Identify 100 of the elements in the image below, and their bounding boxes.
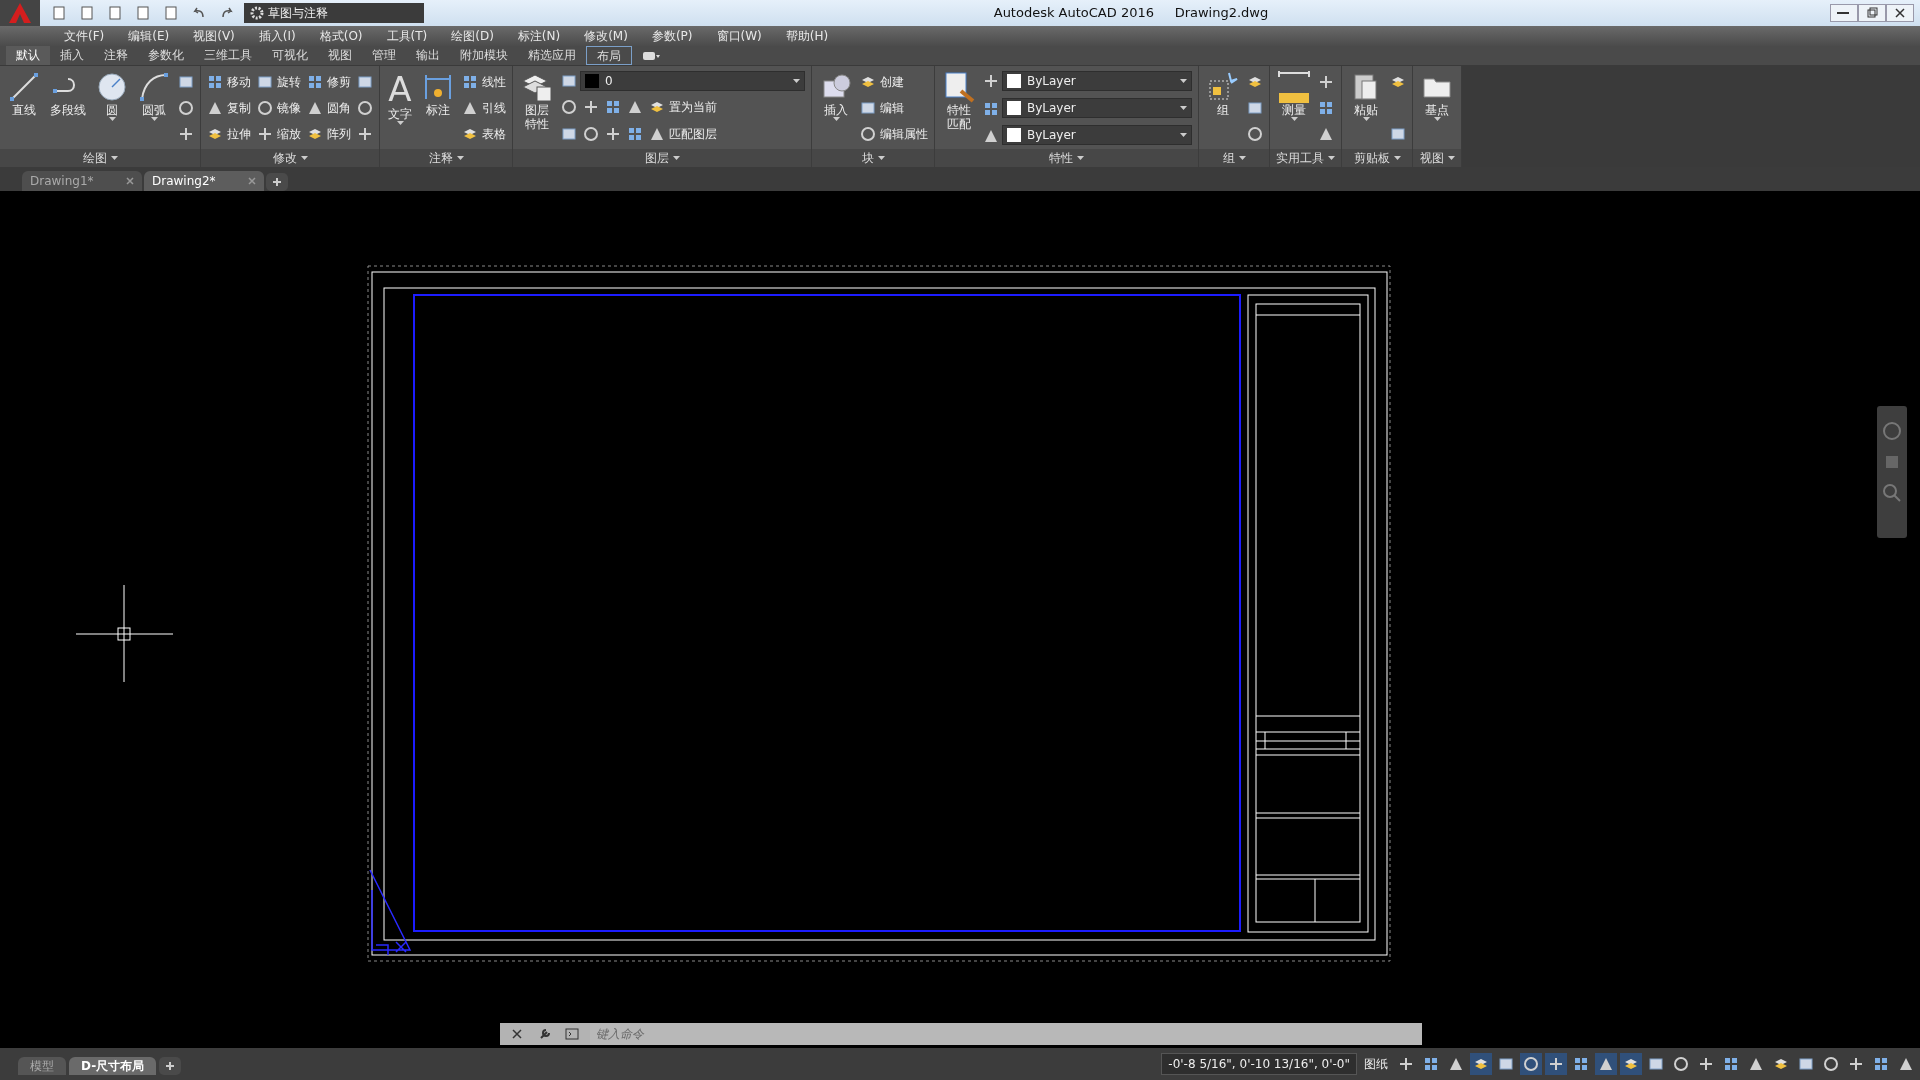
- triangle-icon: [1748, 1056, 1764, 1073]
- ribbon-tool-button[interactable]: 多段线: [48, 68, 88, 150]
- ribbon-tool-button[interactable]: 圆弧: [136, 68, 172, 150]
- new-layout-button[interactable]: [159, 1057, 182, 1076]
- panel-title-button[interactable]: 图层: [513, 149, 811, 168]
- ruler-icon: [1278, 70, 1310, 103]
- menu-item[interactable]: 标注(N): [505, 26, 573, 45]
- ribbon-tool-button[interactable]: 创建: [860, 70, 928, 93]
- ribbon-tab[interactable]: 可视化: [262, 45, 318, 65]
- ribbon-tool-button[interactable]: 镜像: [257, 97, 301, 120]
- ribbon-tool-button[interactable]: 引线: [462, 97, 506, 120]
- ribbon-tool-button[interactable]: 匹配图层: [649, 123, 717, 146]
- menu-item[interactable]: 编辑(E): [116, 26, 182, 45]
- ribbon-tool-button[interactable]: 测量: [1276, 68, 1312, 150]
- menu-item[interactable]: 绘图(D): [439, 26, 506, 45]
- grid-icon: [1318, 100, 1334, 117]
- panel-title-button[interactable]: 实用工具: [1270, 149, 1341, 168]
- panel-title-button[interactable]: 组: [1199, 149, 1269, 168]
- status-toggle-button[interactable]: [1595, 1053, 1617, 1076]
- ribbon-tab[interactable]: 插入: [50, 45, 94, 65]
- ribbon-tool-button[interactable]: 基点: [1419, 68, 1455, 150]
- menu-item[interactable]: 文件(F): [52, 26, 117, 45]
- dropdown-field[interactable]: ByLayer: [1002, 70, 1192, 91]
- window-control-button[interactable]: [1886, 4, 1914, 22]
- ribbon-tab[interactable]: 精选应用: [518, 45, 586, 65]
- ribbon-tab[interactable]: 输出: [406, 45, 450, 65]
- dropdown-field[interactable]: 0: [580, 70, 805, 91]
- menu-item[interactable]: 工具(T): [374, 26, 440, 45]
- dropdown-field[interactable]: ByLayer: [1002, 125, 1192, 146]
- ribbon-tab[interactable]: 管理: [362, 45, 406, 65]
- ribbon-tab[interactable]: 注释: [94, 45, 138, 65]
- status-toggle-button[interactable]: [1545, 1053, 1567, 1076]
- ribbon-tool-button[interactable]: 线性: [462, 70, 506, 93]
- caret-icon: [877, 156, 885, 161]
- menu-item[interactable]: 视图(V): [181, 26, 247, 45]
- crossed-lines-icon: [1698, 1056, 1714, 1073]
- ribbon-tool-button[interactable]: 修剪: [307, 70, 351, 93]
- ribbon-tool-button[interactable]: 标注: [420, 68, 456, 150]
- ribbon-tool-button[interactable]: 圆: [94, 68, 130, 150]
- status-toggle-button[interactable]: [1520, 1053, 1542, 1076]
- ribbon-tool-button[interactable]: A 文字: [386, 68, 414, 150]
- brush-icon: [943, 70, 975, 103]
- menu-item[interactable]: 帮助(H): [773, 26, 841, 45]
- ribbon-tool-button[interactable]: 移动: [207, 70, 251, 93]
- caret-icon: [456, 156, 464, 161]
- plus-icon: [272, 177, 282, 188]
- panel-title-button[interactable]: 绘图: [0, 149, 200, 168]
- document-tab[interactable]: Drawing1*: [22, 171, 142, 192]
- ribbon-tool-button[interactable]: 直线: [6, 68, 42, 150]
- ribbon-tool-button[interactable]: 拉伸: [207, 123, 251, 146]
- ribbon-tool-button[interactable]: 特性匹配: [941, 68, 977, 150]
- ribbon-tool-button[interactable]: 表格: [462, 123, 506, 146]
- menu-item[interactable]: 修改(M): [572, 26, 640, 45]
- ribbon-tab[interactable]: 视图: [318, 45, 362, 65]
- panel-title-button[interactable]: 剪贴板: [1342, 149, 1412, 168]
- ribbon-tab[interactable]: 参数化: [138, 45, 194, 65]
- status-toggle-button[interactable]: [1620, 1053, 1642, 1076]
- dropdown-field[interactable]: ByLayer: [1002, 98, 1192, 119]
- menu-item[interactable]: 插入(I): [246, 26, 308, 45]
- menu-item[interactable]: 参数(P): [639, 26, 705, 45]
- ribbon-tool-button[interactable]: 编辑: [860, 97, 928, 120]
- crossed-lines-icon: [1318, 73, 1334, 90]
- layout-tab[interactable]: D-尺寸布局: [69, 1057, 157, 1076]
- panel-title-button[interactable]: 视图: [1413, 149, 1461, 168]
- ribbon-tool-button[interactable]: 旋转: [257, 70, 301, 93]
- ribbon-tool-button[interactable]: 插入: [818, 68, 854, 150]
- caret-icon: [300, 156, 308, 161]
- ribbon-tab[interactable]: 附加模块: [450, 45, 518, 65]
- circle-icon: [257, 100, 273, 117]
- circle-icon: [1523, 1056, 1539, 1073]
- ribbon-tool-button[interactable]: 阵列: [307, 123, 351, 146]
- paper-space-button[interactable]: 图纸: [1360, 1055, 1392, 1074]
- menu-item[interactable]: 格式(O): [307, 26, 375, 45]
- window-control-button[interactable]: [1830, 4, 1858, 22]
- ribbon-tool-button[interactable]: 缩放: [257, 123, 301, 146]
- ribbon-tab[interactable]: 三维工具: [194, 45, 262, 65]
- panel-title-button[interactable]: 注释: [380, 149, 512, 168]
- panel-title-button[interactable]: 块: [812, 149, 934, 168]
- ribbon-tool-button[interactable]: 粘贴: [1348, 68, 1384, 150]
- ribbon-tool-button[interactable]: 复制: [207, 97, 251, 120]
- crossed-lines-icon: [1848, 1056, 1864, 1073]
- panel-title-button[interactable]: 修改: [201, 149, 379, 168]
- new-tab-button[interactable]: [266, 173, 288, 192]
- square-icon: [1498, 1056, 1514, 1073]
- status-toggle-button[interactable]: [1470, 1053, 1492, 1076]
- panel-title-button[interactable]: 特性: [935, 149, 1198, 168]
- document-tab[interactable]: Drawing2*: [144, 171, 264, 192]
- workspace-dropdown[interactable]: 草图与注释: [244, 3, 424, 23]
- ribbon-tool-button[interactable]: 置为当前: [649, 96, 717, 119]
- coordinate-readout: -0'-8 5/16", 0'-10 13/16", 0'-0": [1161, 1053, 1357, 1076]
- window-control-button[interactable]: [1858, 4, 1886, 22]
- menu-item[interactable]: 窗口(W): [704, 26, 774, 45]
- ribbon-tool-button[interactable]: 组: [1205, 68, 1241, 150]
- caret-icon: [1077, 156, 1084, 161]
- ribbon-tool-button[interactable]: 圆角: [307, 97, 351, 120]
- command-input-field[interactable]: 键入命令: [590, 1023, 1422, 1046]
- ribbon-tool-button[interactable]: 图层特性: [519, 68, 555, 150]
- circle-icon: [178, 100, 194, 117]
- ribbon-tab[interactable]: 布局: [586, 45, 632, 65]
- ribbon-tool-button[interactable]: 编辑属性: [860, 123, 928, 146]
